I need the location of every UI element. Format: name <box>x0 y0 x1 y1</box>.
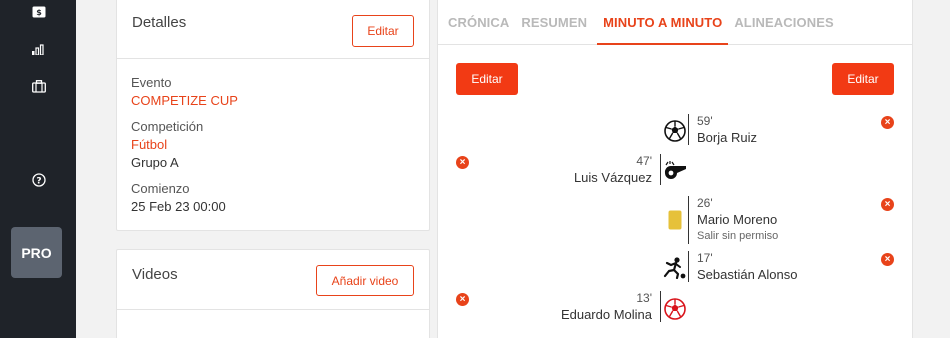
event-player: Luis Vázquez <box>573 170 652 185</box>
edit-home-button[interactable]: Editar <box>456 63 518 95</box>
player-kick-icon <box>662 256 686 280</box>
event-player: Mario Moreno <box>697 212 778 227</box>
add-video-button[interactable]: Añadir video <box>316 265 414 296</box>
competition-link[interactable]: Fútbol <box>131 136 415 154</box>
billing-icon[interactable]: $ <box>29 2 49 22</box>
tab-minuto-a-minuto[interactable]: MINUTO A MINUTO <box>597 0 729 45</box>
event-link[interactable]: COMPETIZE CUP <box>131 92 415 110</box>
event-minute: 59' <box>697 114 713 128</box>
event-minute: 17' <box>697 251 713 265</box>
details-title: Detalles <box>132 14 187 31</box>
event-label: Evento <box>131 75 172 90</box>
yellow-card-icon <box>663 208 687 232</box>
event-player: Sebastián Alonso <box>697 267 798 282</box>
event-minute: 13' <box>636 291 652 305</box>
details-header: Detalles Editar <box>117 0 429 59</box>
delete-event-icon[interactable]: × <box>881 116 894 129</box>
event-minute: 47' <box>636 154 652 168</box>
pro-badge[interactable]: PRO <box>11 227 62 278</box>
delete-event-icon[interactable]: × <box>881 253 894 266</box>
videos-header: Videos Añadir video <box>117 250 429 310</box>
start-label: Comienzo <box>131 181 190 196</box>
videos-title: Videos <box>132 266 178 283</box>
details-edit-button[interactable]: Editar <box>352 15 414 47</box>
event-player: Borja Ruiz <box>697 130 757 145</box>
tab-cronica[interactable]: CRÓNICA <box>446 0 515 45</box>
event-minute: 26' <box>697 196 713 210</box>
sidebar: $ ? PRO <box>0 0 76 338</box>
tab-bar: CRÓNICA RESUMEN MINUTO A MINUTO ALINEACI… <box>438 0 912 45</box>
briefcase-icon[interactable] <box>29 76 49 96</box>
competition-label: Competición <box>131 119 204 134</box>
details-body: Evento COMPETIZE CUP Competición Fútbol … <box>117 59 429 231</box>
stats-icon[interactable] <box>29 39 49 59</box>
help-icon[interactable]: ? <box>29 170 49 190</box>
edit-away-button[interactable]: Editar <box>832 63 894 95</box>
group-value: Grupo A <box>131 155 179 170</box>
svg-text:?: ? <box>36 176 41 186</box>
whistle-icon <box>663 159 687 183</box>
start-value: 25 Feb 23 00:00 <box>131 199 226 214</box>
details-card: Detalles Editar Evento COMPETIZE CUP Com… <box>116 0 430 231</box>
delete-event-icon[interactable]: × <box>881 198 894 211</box>
delete-event-icon[interactable]: × <box>456 293 469 306</box>
own-goal-ball-icon <box>663 297 687 321</box>
svg-text:$: $ <box>36 8 42 17</box>
delete-event-icon[interactable]: × <box>456 156 469 169</box>
tab-alineaciones[interactable]: ALINEACIONES <box>732 0 839 45</box>
videos-card: Videos Añadir video <box>116 249 430 338</box>
event-note: Salir sin permiso <box>697 230 779 242</box>
tab-resumen[interactable]: RESUMEN <box>519 0 593 45</box>
goal-ball-icon <box>663 119 687 143</box>
event-player: Eduardo Molina <box>560 307 652 322</box>
